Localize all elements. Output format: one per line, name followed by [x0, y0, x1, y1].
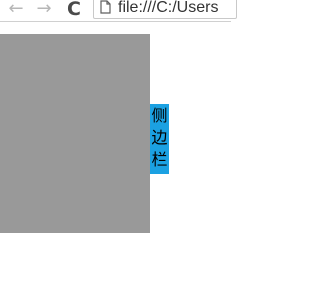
sidebar-toggle[interactable]: 侧 边 栏 — [150, 104, 169, 174]
reload-icon[interactable]: C — [63, 0, 85, 20]
main-panel — [0, 34, 150, 233]
browser-toolbar: ← → C file:///C:/Users — [0, 0, 237, 20]
sidebar-label-char: 边 — [151, 128, 168, 147]
toolbar-divider — [0, 21, 231, 22]
address-bar[interactable]: file:///C:/Users — [93, 0, 237, 19]
sidebar-label-char: 栏 — [151, 150, 168, 169]
sidebar-label-char: 侧 — [151, 106, 168, 125]
forward-arrow-icon[interactable]: → — [33, 0, 55, 20]
url-text: file:///C:/Users — [118, 0, 219, 16]
page-icon — [100, 0, 111, 14]
back-arrow-icon[interactable]: ← — [5, 0, 27, 20]
